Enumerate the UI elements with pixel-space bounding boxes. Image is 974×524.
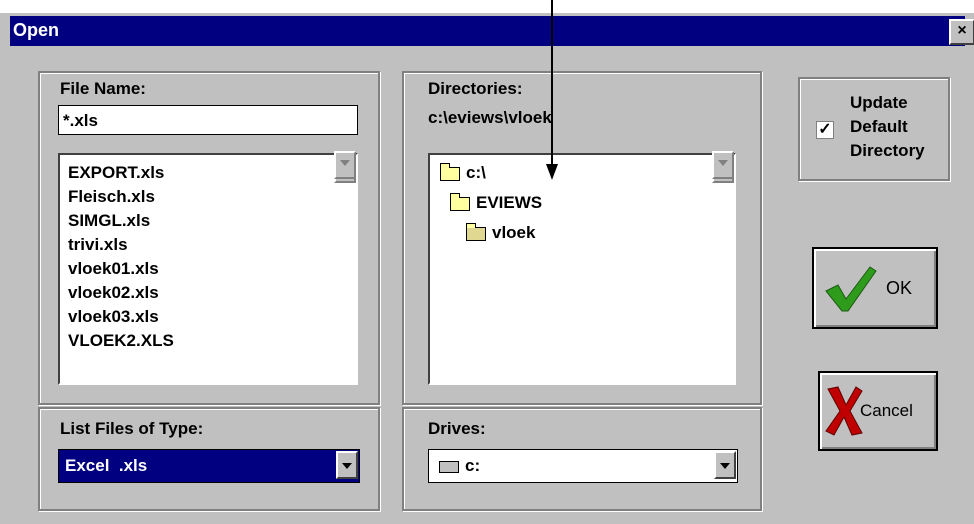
drives-select[interactable]: c:: [428, 449, 738, 483]
title-bar[interactable]: Open ×: [10, 16, 974, 46]
dir-item-root[interactable]: c:\: [440, 161, 486, 185]
ok-label: OK: [886, 278, 913, 298]
drives-label: Drives:: [428, 419, 486, 438]
file-list-item[interactable]: vloek02.xls: [68, 281, 174, 305]
cancel-button[interactable]: Cancel: [818, 371, 938, 451]
directory-scrollbar[interactable]: [712, 151, 734, 183]
open-folder-icon: [440, 162, 460, 181]
window-title: Open: [13, 20, 60, 40]
list-type-value: Excel .xls: [65, 456, 148, 475]
file-list-item[interactable]: vloek01.xls: [68, 257, 174, 281]
file-name-label: File Name:: [60, 79, 146, 98]
open-folder-icon: [466, 222, 486, 241]
arrow-down-icon: [718, 160, 728, 166]
cancel-label: Cancel: [860, 401, 913, 420]
list-type-dropdown-button[interactable]: [336, 451, 358, 479]
directories-label: Directories:: [428, 79, 523, 98]
list-type-group: List Files of Type: Excel .xls: [38, 407, 380, 511]
file-list[interactable]: EXPORT.xls Fleisch.xls SIMGL.xls trivi.xls v…: [58, 151, 358, 385]
arrow-down-icon: [340, 160, 350, 166]
directory-tree[interactable]: c:\ EVIEWS vloek: [428, 151, 736, 385]
close-button[interactable]: ×: [949, 19, 974, 45]
green-check-icon: [825, 266, 877, 312]
list-type-select[interactable]: Excel .xls: [58, 449, 360, 483]
check-mark-icon: ✓: [818, 121, 832, 138]
file-name-input[interactable]: *.xls: [58, 105, 358, 135]
directory-path: c:\eviews\vloek: [428, 108, 552, 127]
update-default-group: ✓ Update Default Directory: [798, 77, 950, 181]
file-list-item[interactable]: VLOEK2.XLS: [68, 329, 174, 353]
dir-item-vloek[interactable]: vloek: [466, 221, 535, 245]
file-list-scrollbar[interactable]: [334, 151, 356, 183]
file-name-group: File Name: *.xls EXPORT.xls Fleisch.xls SI…: [38, 71, 380, 405]
dialog-window: Open × File Name: *.xls EXPORT.xls Fleisc…: [0, 13, 974, 524]
file-list-item[interactable]: vloek03.xls: [68, 305, 174, 329]
chevron-down-icon: [342, 463, 352, 469]
file-list-item[interactable]: Fleisch.xls: [68, 185, 174, 209]
drives-group: Drives: c:: [402, 407, 762, 511]
chevron-down-icon: [720, 463, 730, 469]
dir-item-eviews[interactable]: EVIEWS: [450, 191, 542, 215]
file-list-item[interactable]: EXPORT.xls: [68, 161, 174, 185]
directories-group: Directories: c:\eviews\vloek c:\ EVIEWS …: [402, 71, 762, 405]
drives-dropdown-button[interactable]: [714, 451, 736, 479]
list-type-label: List Files of Type:: [60, 419, 204, 438]
file-list-item[interactable]: trivi.xls: [68, 233, 174, 257]
scroll-down-button[interactable]: [334, 151, 356, 179]
drives-value: c:: [465, 456, 481, 475]
red-x-icon: [825, 386, 863, 436]
update-default-checkbox[interactable]: ✓: [816, 121, 834, 139]
open-folder-icon: [450, 192, 470, 211]
update-default-label-3: Directory: [850, 141, 925, 160]
update-default-label-1: Update: [850, 93, 908, 112]
file-list-item[interactable]: SIMGL.xls: [68, 209, 174, 233]
drive-icon: [439, 461, 459, 473]
ok-button[interactable]: OK: [812, 247, 938, 329]
file-name-value: *.xls: [63, 111, 98, 130]
update-default-label-2: Default: [850, 117, 908, 136]
scroll-down-button[interactable]: [712, 151, 734, 179]
